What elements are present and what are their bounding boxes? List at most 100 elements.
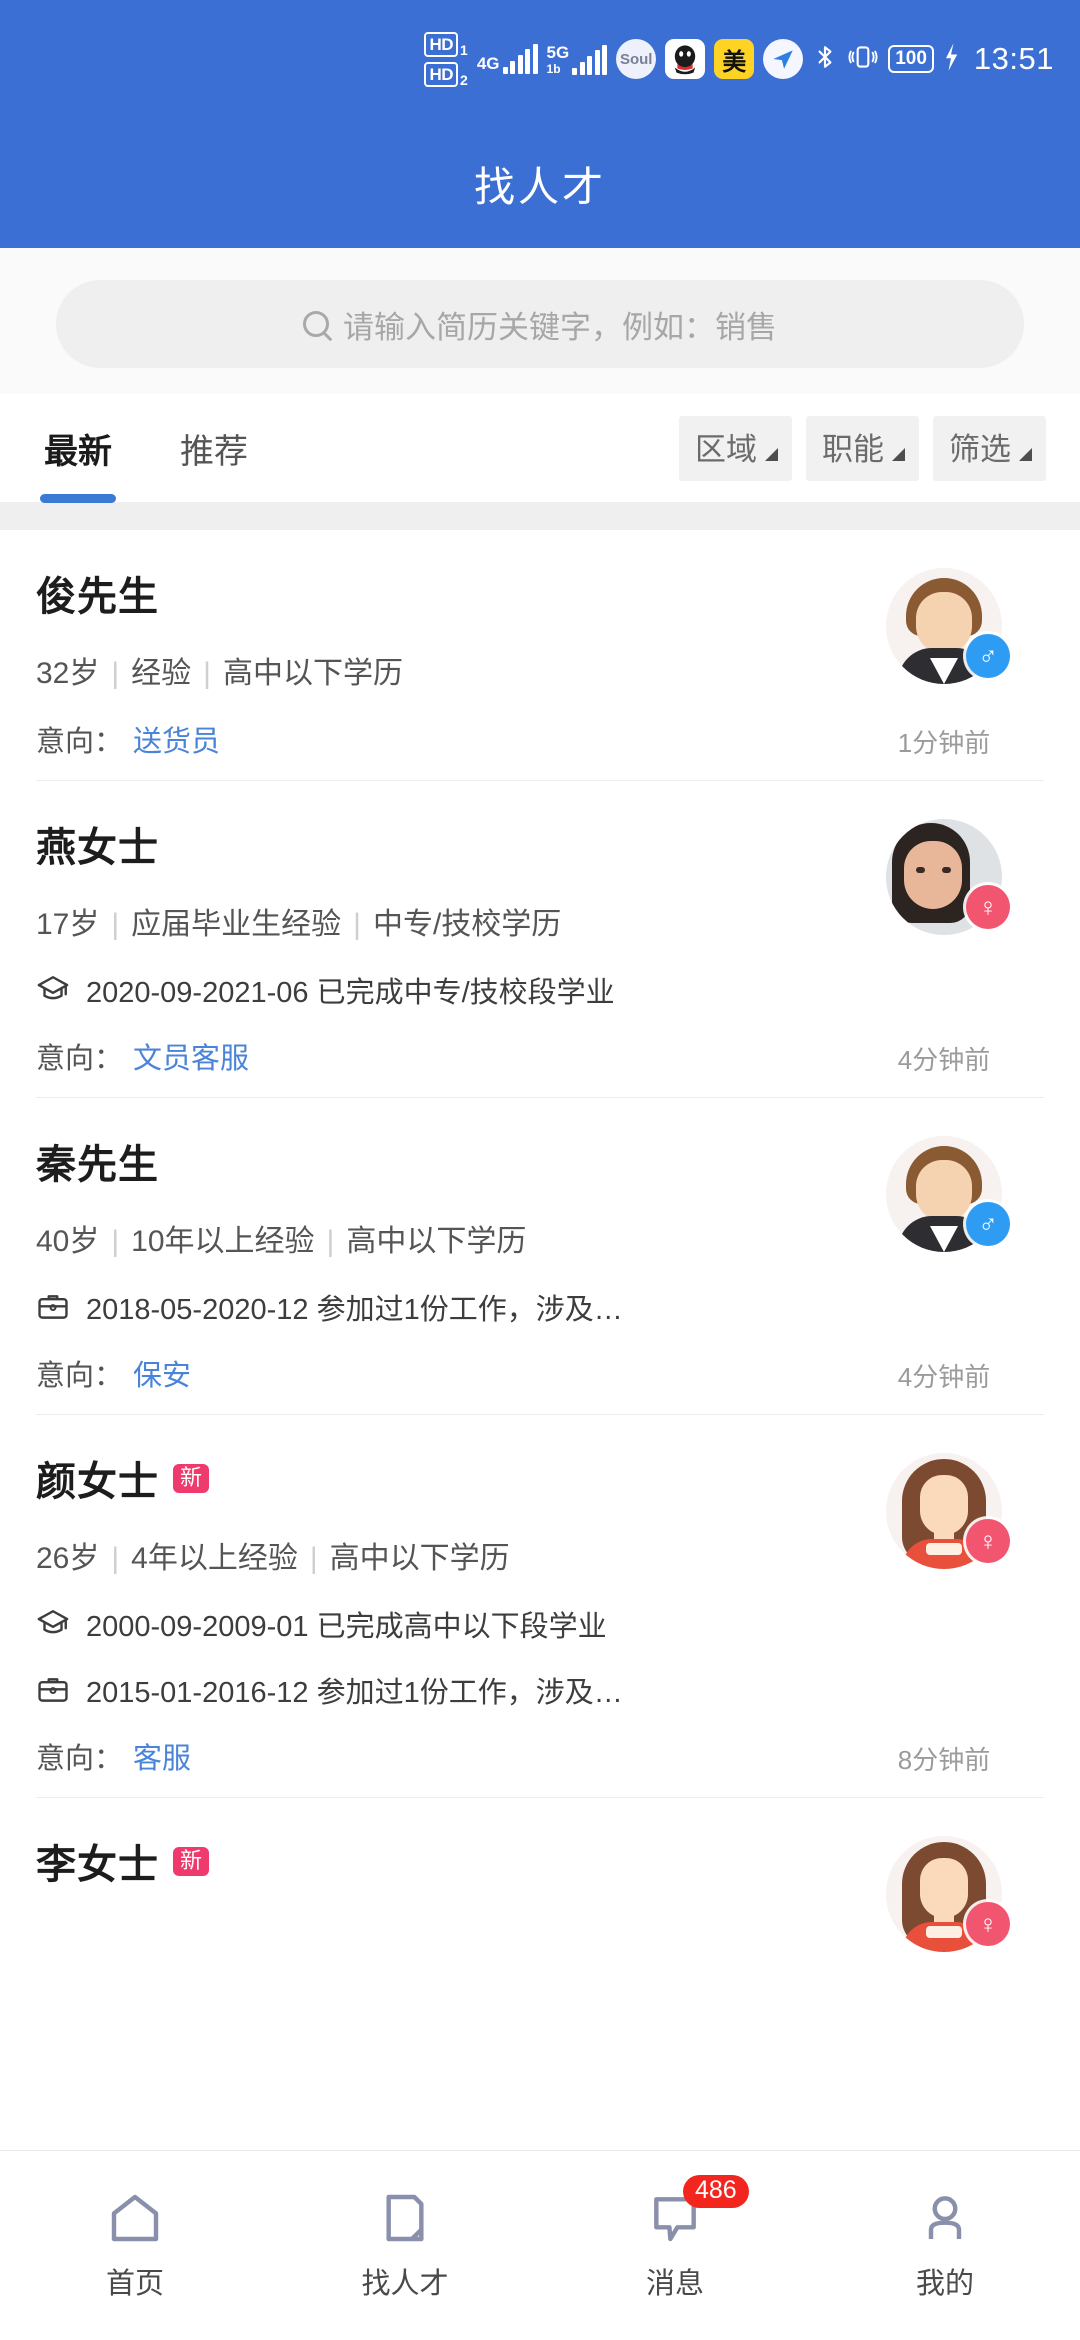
gender-badge-female-icon: ♀ [966, 1902, 1010, 1946]
candidate-card[interactable]: 燕女士 17岁 | 应届毕业生经验 | 中专/技校学历 2020-09-2021-06 已完… [0, 781, 1080, 1097]
candidate-info: 颜女士新 26岁 | 4年以上经验 | 高中以下学历 2000-09-2009-01 已完成… [36, 1449, 844, 1777]
briefcase-icon [36, 1673, 70, 1707]
qq-app-icon [665, 39, 706, 79]
intent-value[interactable]: 文员客服 [133, 1043, 249, 1075]
search-input[interactable]: 请输入简历关键字，例如：销售 [56, 280, 1024, 368]
candidate-timestamp: 1分钟前 [897, 728, 991, 758]
intent-label: 意向： [36, 1043, 124, 1075]
candidate-list[interactable]: 俊先生 32岁 | 经验 | 高中以下学历 意向： 送货员 ♂ 1分钟前 燕女士 17岁 | 应届毕业生经… [0, 530, 1080, 1972]
candidate-experience: 应届毕业生经验 [131, 908, 342, 941]
candidate-detail-row: 2015-01-2016-12 参加过1份工作，涉及… [36, 1669, 844, 1711]
candidate-intent: 意向： 送货员 [36, 718, 844, 760]
candidate-name: 俊先生 [36, 575, 159, 619]
candidate-meta: 26岁 | 4年以上经验 | 高中以下学历 [36, 1533, 844, 1577]
signal-sim2: 5G 1b [547, 44, 608, 75]
candidate-name: 颜女士 [36, 1460, 159, 1504]
hd-volte-group: HD 1 HD 2 [424, 31, 468, 88]
candidate-meta: 32岁 | 经验 | 高中以下学历 [36, 648, 844, 692]
candidate-card[interactable]: 秦先生 40岁 | 10年以上经验 | 高中以下学历 2018-05-2020-12 参加过… [0, 1098, 1080, 1414]
candidate-name-row: 李女士新 [36, 1832, 844, 1890]
filter-function[interactable]: 职能 [806, 415, 919, 481]
candidate-name-row: 秦先生 [36, 1132, 844, 1190]
soul-app-icon: Soul [616, 39, 657, 79]
candidate-info: 秦先生 40岁 | 10年以上经验 | 高中以下学历 2018-05-2020-12 参加过… [36, 1132, 844, 1394]
meituan-app-icon: 美 [714, 39, 755, 79]
meta-separator: | [203, 657, 211, 690]
signal-sim1: 4G [477, 44, 538, 74]
candidate-experience: 经验 [131, 657, 192, 690]
tab-filter-row: 最新 推荐 区域 职能 筛选 [0, 394, 1080, 503]
candidate-experience: 10年以上经验 [131, 1225, 315, 1258]
briefcase-icon [36, 1290, 70, 1324]
candidate-avatar-column: ♀ 4分钟前 [844, 815, 1044, 1077]
graduation-cap-icon [36, 973, 70, 1007]
candidate-detail-row: 2020-09-2021-06 已完成中专/技校段学业 [36, 969, 844, 1011]
meta-separator: | [326, 1225, 335, 1258]
meta-separator: | [111, 1225, 120, 1258]
candidate-age: 32岁 [36, 657, 100, 690]
filter-bar: 区域 职能 筛选 [679, 415, 1046, 481]
network-type-2-sub: 1b [546, 61, 561, 76]
meta-separator: | [309, 1542, 318, 1575]
nav-item-profile[interactable]: 我的 [810, 2151, 1080, 2340]
candidate-info: 李女士新 [36, 1832, 844, 1952]
avatar[interactable]: ♀ [886, 1836, 1010, 1952]
candidate-name-row: 颜女士新 [36, 1449, 844, 1507]
status-bar: HD 1 HD 2 4G 5G 1b Soul 美 100 13:51 [0, 0, 1080, 118]
hd-sim1-number: 1 [460, 41, 468, 58]
search-placeholder: 请输入简历关键字，例如：销售 [343, 309, 777, 345]
search-section: 请输入简历关键字，例如：销售 [0, 248, 1080, 394]
message-count-badge: 486 [683, 2175, 749, 2208]
filter-region[interactable]: 区域 [679, 415, 792, 481]
candidate-timestamp: 8分钟前 [897, 1745, 991, 1775]
candidate-detail-text: 2020-09-2021-06 已完成中专/技校段学业 [86, 977, 615, 1009]
gender-badge-female-icon: ♀ [966, 885, 1010, 929]
avatar[interactable]: ♀ [886, 1453, 1010, 1569]
new-badge: 新 [173, 1463, 210, 1493]
chevron-down-icon [892, 447, 905, 461]
avatar[interactable]: ♀ [886, 819, 1010, 935]
tab-latest[interactable]: 最新 [34, 424, 122, 503]
chevron-down-icon [1019, 447, 1032, 461]
nav-label-profile: 我的 [915, 2267, 974, 2300]
meta-separator: | [353, 908, 361, 941]
nav-item-messages[interactable]: 486 消息 [540, 2151, 810, 2340]
candidate-experience: 4年以上经验 [131, 1542, 298, 1575]
avatar[interactable]: ♂ [886, 568, 1010, 684]
filter-more[interactable]: 筛选 [933, 415, 1046, 481]
nav-label-messages: 消息 [645, 2267, 704, 2300]
candidate-meta: 17岁 | 应届毕业生经验 | 中专/技校学历 [36, 899, 844, 943]
network-type-2: 5G [546, 42, 570, 62]
network-type-2-group: 5G 1b [547, 44, 570, 75]
intent-value[interactable]: 保安 [133, 1360, 191, 1392]
paper-plane-app-icon [763, 39, 804, 79]
meta-separator: | [111, 1542, 120, 1575]
candidate-education: 高中以下学历 [329, 1542, 510, 1575]
candidate-intent: 意向： 文员客服 [36, 1035, 844, 1077]
candidate-intent: 意向： 保安 [36, 1352, 844, 1394]
candidate-avatar-column: ♂ 1分钟前 [844, 564, 1044, 760]
candidate-info: 燕女士 17岁 | 应届毕业生经验 | 中专/技校学历 2020-09-2021-06 已完… [36, 815, 844, 1077]
hd-sim2-number: 2 [460, 71, 468, 88]
candidate-age: 40岁 [36, 1225, 100, 1258]
intent-value[interactable]: 送货员 [133, 726, 220, 758]
candidate-card[interactable]: 颜女士新 26岁 | 4年以上经验 | 高中以下学历 2000-09-2009-01 已完成… [0, 1415, 1080, 1797]
candidate-card[interactable]: 李女士新 ♀ [0, 1798, 1080, 1972]
nav-item-find-talent[interactable]: 找人才 [270, 2151, 540, 2340]
gender-badge-male-icon: ♂ [966, 634, 1010, 678]
filter-more-label: 筛选 [949, 431, 1011, 467]
home-icon [107, 2190, 163, 2246]
gender-badge-female-icon: ♀ [966, 1519, 1010, 1563]
intent-value[interactable]: 客服 [133, 1743, 191, 1775]
meta-separator: | [111, 657, 120, 690]
nav-item-home[interactable]: 首页 [0, 2151, 270, 2340]
candidate-name: 燕女士 [36, 826, 159, 870]
tab-recommended[interactable]: 推荐 [170, 424, 258, 473]
candidate-detail-text: 2000-09-2009-01 已完成高中以下段学业 [86, 1611, 607, 1643]
page-title: 找人才 [474, 164, 606, 210]
candidate-detail-row: 2018-05-2020-12 参加过1份工作，涉及… [36, 1286, 844, 1328]
avatar[interactable]: ♂ [886, 1136, 1010, 1252]
hd-sim1: HD 1 [424, 31, 468, 58]
clock-time: 13:51 [973, 41, 1054, 76]
candidate-card[interactable]: 俊先生 32岁 | 经验 | 高中以下学历 意向： 送货员 ♂ 1分钟前 [0, 530, 1080, 780]
